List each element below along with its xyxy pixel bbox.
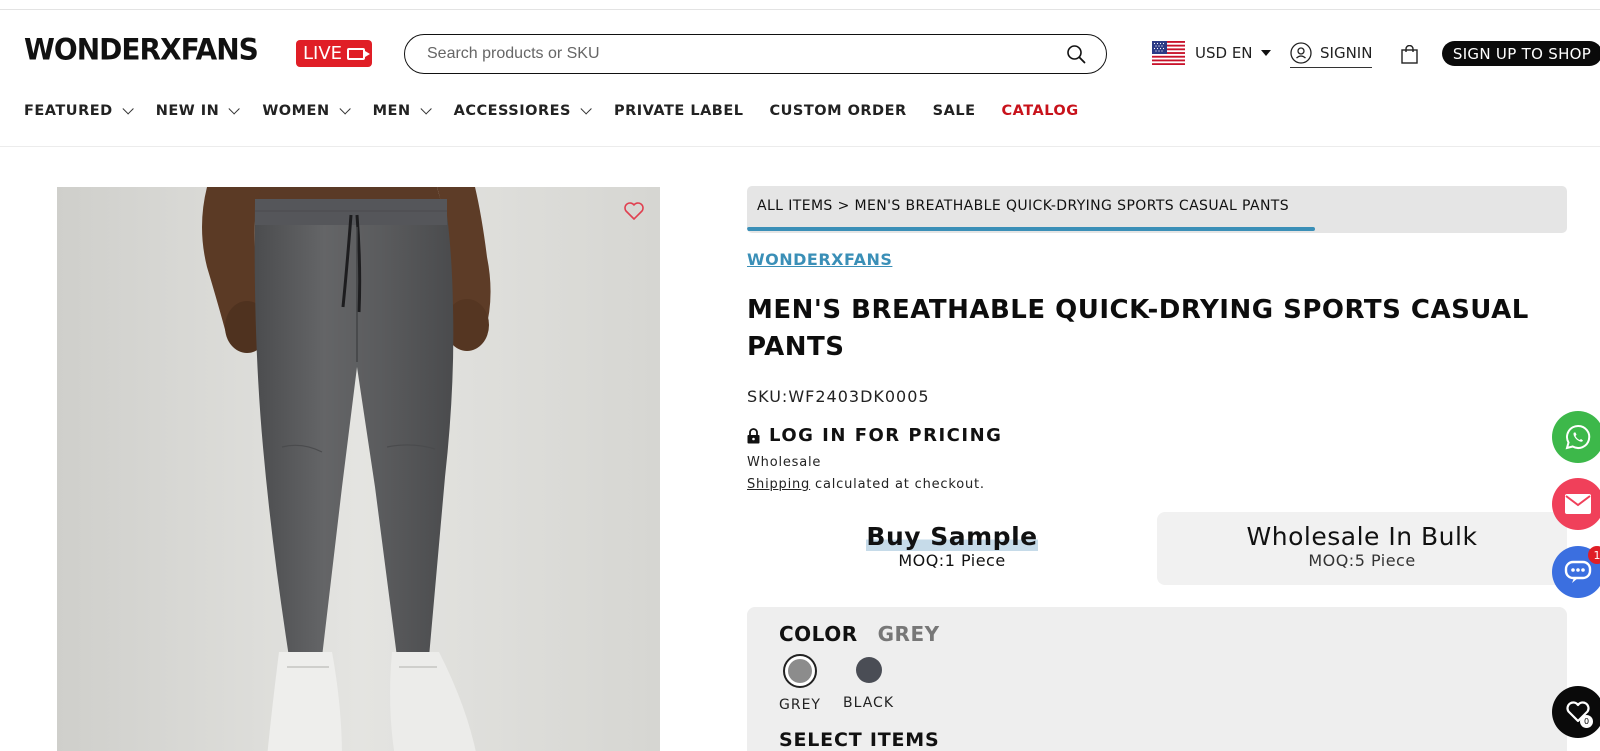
- color-heading: COLOR GREY: [779, 622, 940, 646]
- top-divider: [0, 9, 1600, 10]
- wishlist-count: 0: [1580, 715, 1593, 728]
- nav-item-new-in[interactable]: NEW IN: [155, 103, 241, 119]
- search-icon[interactable]: [1066, 44, 1086, 64]
- us-flag-icon[interactable]: [1152, 41, 1185, 65]
- email-button[interactable]: [1552, 478, 1600, 530]
- chat-notification-badge: 1: [1588, 546, 1600, 564]
- video-camera-icon: [347, 47, 371, 60]
- search-bar[interactable]: [404, 34, 1107, 74]
- chevron-down-icon: [339, 103, 351, 115]
- color-value: GREY: [877, 622, 940, 646]
- mail-icon: [1565, 494, 1591, 514]
- search-input[interactable]: [427, 45, 1066, 63]
- brand-link[interactable]: WONDERXFANS: [747, 250, 892, 269]
- color-label: COLOR: [779, 622, 858, 646]
- site-logo[interactable]: WONDERXFANS: [24, 32, 259, 67]
- live-label: LIVE: [302, 43, 343, 64]
- nav-divider: [0, 146, 1600, 147]
- main-nav: FEATURED NEW IN WOMEN MEN ACCESSIORES PR…: [24, 103, 1105, 119]
- user-icon: [1290, 41, 1312, 64]
- chevron-down-icon: [122, 103, 134, 115]
- chevron-down-icon: [228, 103, 241, 115]
- nav-label: PRIVATE LABEL: [613, 103, 744, 119]
- buy-sample-title: Buy Sample: [866, 522, 1038, 551]
- login-pricing-label: LOG IN FOR PRICING: [769, 425, 1003, 446]
- lock-icon: [747, 427, 760, 443]
- breadcrumb-text[interactable]: ALL ITEMS > MEN'S BREATHABLE QUICK-DRYIN…: [757, 198, 1289, 214]
- nav-item-accessiores[interactable]: ACCESSIORES: [453, 103, 592, 119]
- caret-down-icon: [1260, 50, 1271, 56]
- swatch-grey-label: GREY: [779, 697, 821, 713]
- wholesale-bulk-title: Wholesale In Bulk: [1246, 522, 1478, 551]
- live-button[interactable]: LIVE: [296, 40, 372, 67]
- swatch-grey-dot: [782, 654, 817, 688]
- wishlist-heart-icon[interactable]: [623, 201, 645, 221]
- breadcrumb: ALL ITEMS > MEN'S BREATHABLE QUICK-DRYIN…: [747, 186, 1567, 233]
- nav-item-catalog[interactable]: CATALOG: [1001, 103, 1078, 119]
- signin-label: SIGNIN: [1320, 43, 1373, 62]
- nav-label: ACCESSIORES: [453, 103, 571, 119]
- swatch-black-dot: [855, 657, 882, 683]
- wholesale-bulk-option[interactable]: Wholesale In Bulk MOQ:5 Piece: [1157, 512, 1567, 585]
- nav-label: CATALOG: [1001, 103, 1079, 119]
- nav-label: WOMEN: [262, 103, 330, 119]
- breadcrumb-progress: [747, 227, 1315, 231]
- shipping-link[interactable]: Shipping: [747, 477, 810, 492]
- shopping-bag-icon[interactable]: [1401, 45, 1418, 64]
- product-title: MEN'S BREATHABLE QUICK-DRYING SPORTS CAS…: [747, 295, 1529, 362]
- swatch-grey[interactable]: GREY: [779, 654, 821, 713]
- nav-item-men[interactable]: MEN: [372, 103, 432, 119]
- nav-label: NEW IN: [155, 103, 220, 119]
- nav-item-custom-order[interactable]: CUSTOM ORDER: [770, 103, 907, 119]
- product-image[interactable]: [57, 187, 660, 751]
- wholesale-bulk-moq: MOQ:5 Piece: [1308, 551, 1416, 570]
- wishlist-button[interactable]: 0: [1552, 686, 1600, 738]
- whatsapp-icon: [1565, 424, 1591, 450]
- select-items-heading: SELECT ITEMS: [779, 729, 940, 751]
- swatch-black-label: BLACK: [843, 695, 895, 711]
- currency-label: USD EN: [1195, 44, 1253, 62]
- wholesale-label: Wholesale: [747, 455, 822, 470]
- nav-item-private-label[interactable]: PRIVATE LABEL: [614, 103, 744, 119]
- buy-sample-option[interactable]: Buy Sample MOQ:1 Piece: [747, 512, 1157, 585]
- buy-sample-moq: MOQ:1 Piece: [898, 551, 1006, 570]
- chevron-down-icon: [420, 103, 432, 115]
- signin-link[interactable]: SIGNIN: [1290, 40, 1373, 68]
- nav-label: SALE: [932, 103, 976, 119]
- swatch-black[interactable]: BLACK: [843, 654, 894, 711]
- chevron-down-icon: [580, 103, 592, 115]
- signup-button[interactable]: SIGN UP TO SHOP: [1442, 41, 1600, 66]
- nav-label: FEATURED: [24, 103, 113, 119]
- nav-label: CUSTOM ORDER: [769, 103, 907, 119]
- variant-panel: COLOR GREY GREY BLACK SELECT ITEMS: [747, 607, 1567, 751]
- shipping-note-text: calculated at checkout.: [810, 477, 985, 492]
- login-for-pricing[interactable]: LOG IN FOR PRICING: [747, 425, 1002, 446]
- nav-item-featured[interactable]: FEATURED: [24, 103, 134, 119]
- nav-item-women[interactable]: WOMEN: [262, 103, 351, 119]
- shipping-note: Shipping calculated at checkout.: [747, 477, 985, 492]
- nav-label: MEN: [372, 103, 411, 119]
- currency-selector[interactable]: USD EN: [1195, 44, 1271, 62]
- chat-icon: [1564, 560, 1592, 583]
- product-sku: SKU:WF2403DK0005: [747, 387, 930, 406]
- nav-item-sale[interactable]: SALE: [933, 103, 976, 119]
- pants-photo: [57, 187, 660, 751]
- whatsapp-button[interactable]: [1552, 411, 1600, 463]
